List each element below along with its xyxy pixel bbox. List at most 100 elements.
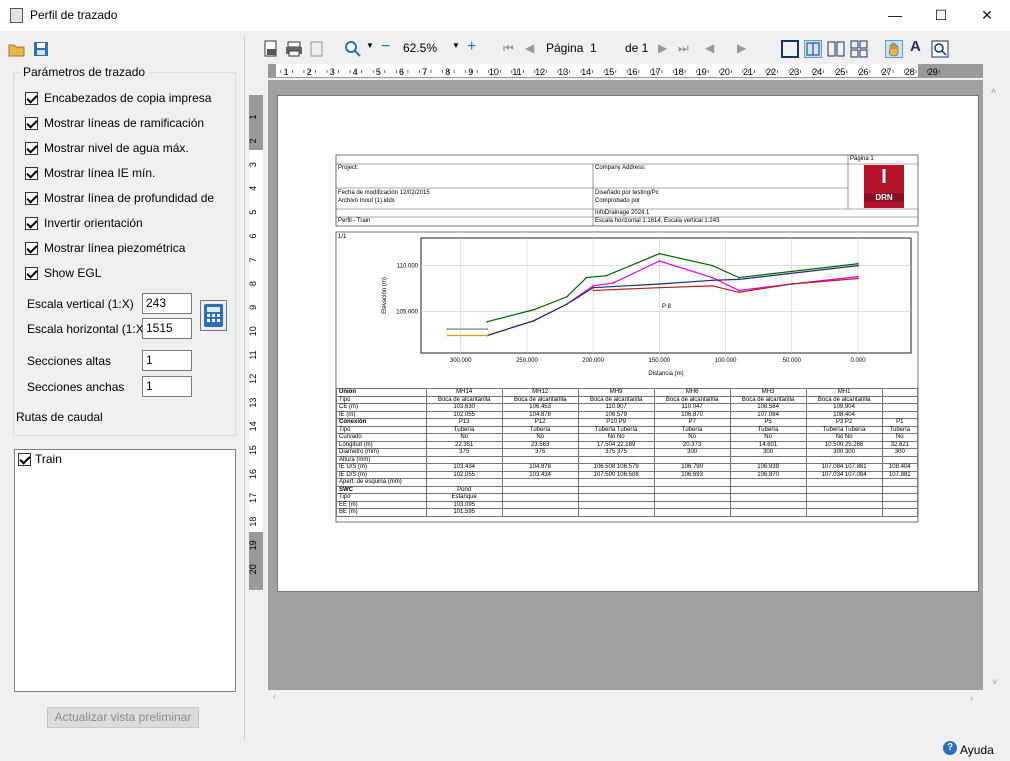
- project-label: Project:: [338, 165, 359, 171]
- print-icon[interactable]: [285, 40, 303, 58]
- option-checkbox-2[interactable]: [25, 142, 38, 155]
- scroll-up-icon[interactable]: ˄: [985, 86, 1002, 96]
- vscale-input[interactable]: 243: [142, 293, 192, 314]
- table-cell: 102.055: [425, 470, 503, 479]
- vruler-tick: 7: [249, 257, 258, 262]
- tall-sections-input[interactable]: 1: [142, 350, 192, 371]
- hand-tool-icon[interactable]: [885, 40, 903, 58]
- option-checkbox-7[interactable]: [25, 267, 38, 280]
- route-train-checkbox[interactable]: [18, 453, 31, 466]
- zoom-icon[interactable]: [344, 40, 362, 58]
- table-row: Diámetro (mm) 375 375 375 375 300 300 300 300 3…: [336, 448, 919, 457]
- series-point: [592, 285, 594, 287]
- table-cell: [729, 500, 807, 509]
- zoom-value-dropdown-icon[interactable]: ▼: [452, 41, 460, 50]
- scroll-right-icon[interactable]: ›: [970, 693, 973, 703]
- table-cell: [881, 455, 919, 464]
- option-label-3: Mostrar línea IE mín.: [44, 166, 156, 180]
- table-cell: 108.404: [805, 410, 883, 419]
- table-row: Apert. de esquina (mm): [336, 478, 919, 487]
- update-preview-button[interactable]: Actualizar vista preliminar: [47, 707, 199, 728]
- table-row: Curvado No No No No No No No No No: [336, 433, 919, 442]
- last-page-icon[interactable]: ⏭: [678, 41, 689, 56]
- maximize-button[interactable]: ☐: [918, 0, 964, 31]
- table-row: IE U/S (m) 103.434 104.878 106.508 106.579 1…: [336, 463, 919, 472]
- single-page-icon[interactable]: [781, 40, 799, 58]
- zoom-in-icon[interactable]: +: [467, 38, 476, 56]
- modified-label: Fecha de modificación 12/02/2015: [338, 190, 430, 196]
- prev-page-icon[interactable]: ◀: [525, 41, 534, 55]
- table-cell: BE (m): [336, 508, 427, 517]
- series-point: [857, 277, 859, 280]
- series-point: [738, 291, 740, 294]
- close-button[interactable]: ✕: [964, 0, 1010, 31]
- series-point: [532, 308, 535, 311]
- option-checkbox-0[interactable]: [25, 92, 38, 105]
- minimize-button[interactable]: —: [872, 0, 918, 31]
- series-point: [658, 260, 661, 262]
- option-checkbox-3[interactable]: [25, 167, 38, 180]
- x-tick-label: 300.000: [450, 358, 472, 364]
- table-cell: P7: [653, 418, 731, 427]
- text-select-icon[interactable]: A: [910, 38, 921, 55]
- page-input[interactable]: 1: [590, 41, 597, 55]
- hruler-tick: 12: [535, 67, 545, 77]
- table-cell: 106.870: [729, 470, 807, 479]
- scroll-left-icon[interactable]: ‹: [273, 691, 985, 701]
- routes-listbox[interactable]: [14, 449, 236, 692]
- option-checkbox-4[interactable]: [25, 192, 38, 205]
- vruler-tick: 16: [249, 469, 258, 479]
- x-tick-label: 150.000: [649, 358, 671, 364]
- help-icon[interactable]: ?: [943, 741, 957, 755]
- option-checkbox-1[interactable]: [25, 117, 38, 130]
- forward-icon[interactable]: ▶: [737, 41, 746, 55]
- zoom-dropdown-icon[interactable]: ▼: [366, 41, 374, 50]
- zoom-out-icon[interactable]: −: [381, 38, 390, 56]
- first-page-icon[interactable]: ⏮: [503, 41, 514, 56]
- table-cell: 22.351: [425, 440, 503, 449]
- splitter[interactable]: [244, 36, 245, 740]
- table-cell: [881, 493, 919, 502]
- page-setup-icon[interactable]: [262, 40, 280, 58]
- option-label-1: Mostrar líneas de ramificación: [44, 116, 205, 130]
- series-point: [486, 320, 489, 323]
- table-cell: [881, 410, 919, 419]
- back-icon[interactable]: ◀: [705, 41, 714, 55]
- zoom-value[interactable]: 62.5%: [403, 41, 437, 55]
- table-cell: [425, 478, 503, 487]
- hscale-input[interactable]: 1515: [142, 318, 192, 339]
- two-pages-icon[interactable]: [827, 40, 845, 58]
- series-point: [585, 276, 588, 279]
- help-link[interactable]: Ayuda: [960, 743, 994, 757]
- calculator-icon[interactable]: [200, 300, 227, 331]
- series-point: [446, 334, 449, 337]
- next-page-icon[interactable]: ▶: [658, 41, 667, 55]
- vertical-scrollbar[interactable]: ˄: [985, 80, 1002, 690]
- horizontal-scrollbar[interactable]: ‹: [268, 691, 985, 708]
- vscale-label: Escala vertical (1:X): [27, 297, 134, 311]
- open-folder-icon[interactable]: [8, 40, 26, 58]
- profile-chart: 300.000 250.000 200.000 150.000 100.000 50.00…: [382, 237, 912, 377]
- four-pages-icon[interactable]: [850, 40, 868, 58]
- export-icon[interactable]: [308, 40, 326, 58]
- table-cell: [881, 508, 919, 517]
- series-point: [592, 286, 594, 289]
- table-cell: Tubería: [653, 425, 731, 434]
- series-point: [605, 274, 608, 277]
- hruler-tick: 11: [512, 67, 521, 77]
- company-label: Company Address:: [595, 165, 646, 171]
- series-point: [711, 264, 714, 267]
- option-checkbox-5[interactable]: [25, 217, 38, 230]
- fit-page-icon[interactable]: [804, 40, 822, 58]
- option-checkbox-6[interactable]: [25, 242, 38, 255]
- table-cell: 103.434: [501, 470, 579, 479]
- table-cell: 14.601: [729, 440, 807, 449]
- wide-sections-input[interactable]: 1: [142, 376, 192, 397]
- series-point: [565, 296, 568, 298]
- save-icon[interactable]: [32, 40, 50, 58]
- trace-params-label: Parámetros de trazado: [20, 65, 149, 79]
- table-cell: 20.373: [653, 440, 731, 449]
- table-cell: [501, 508, 579, 517]
- scroll-down-icon[interactable]: ˅: [992, 677, 997, 687]
- find-icon[interactable]: [931, 40, 949, 58]
